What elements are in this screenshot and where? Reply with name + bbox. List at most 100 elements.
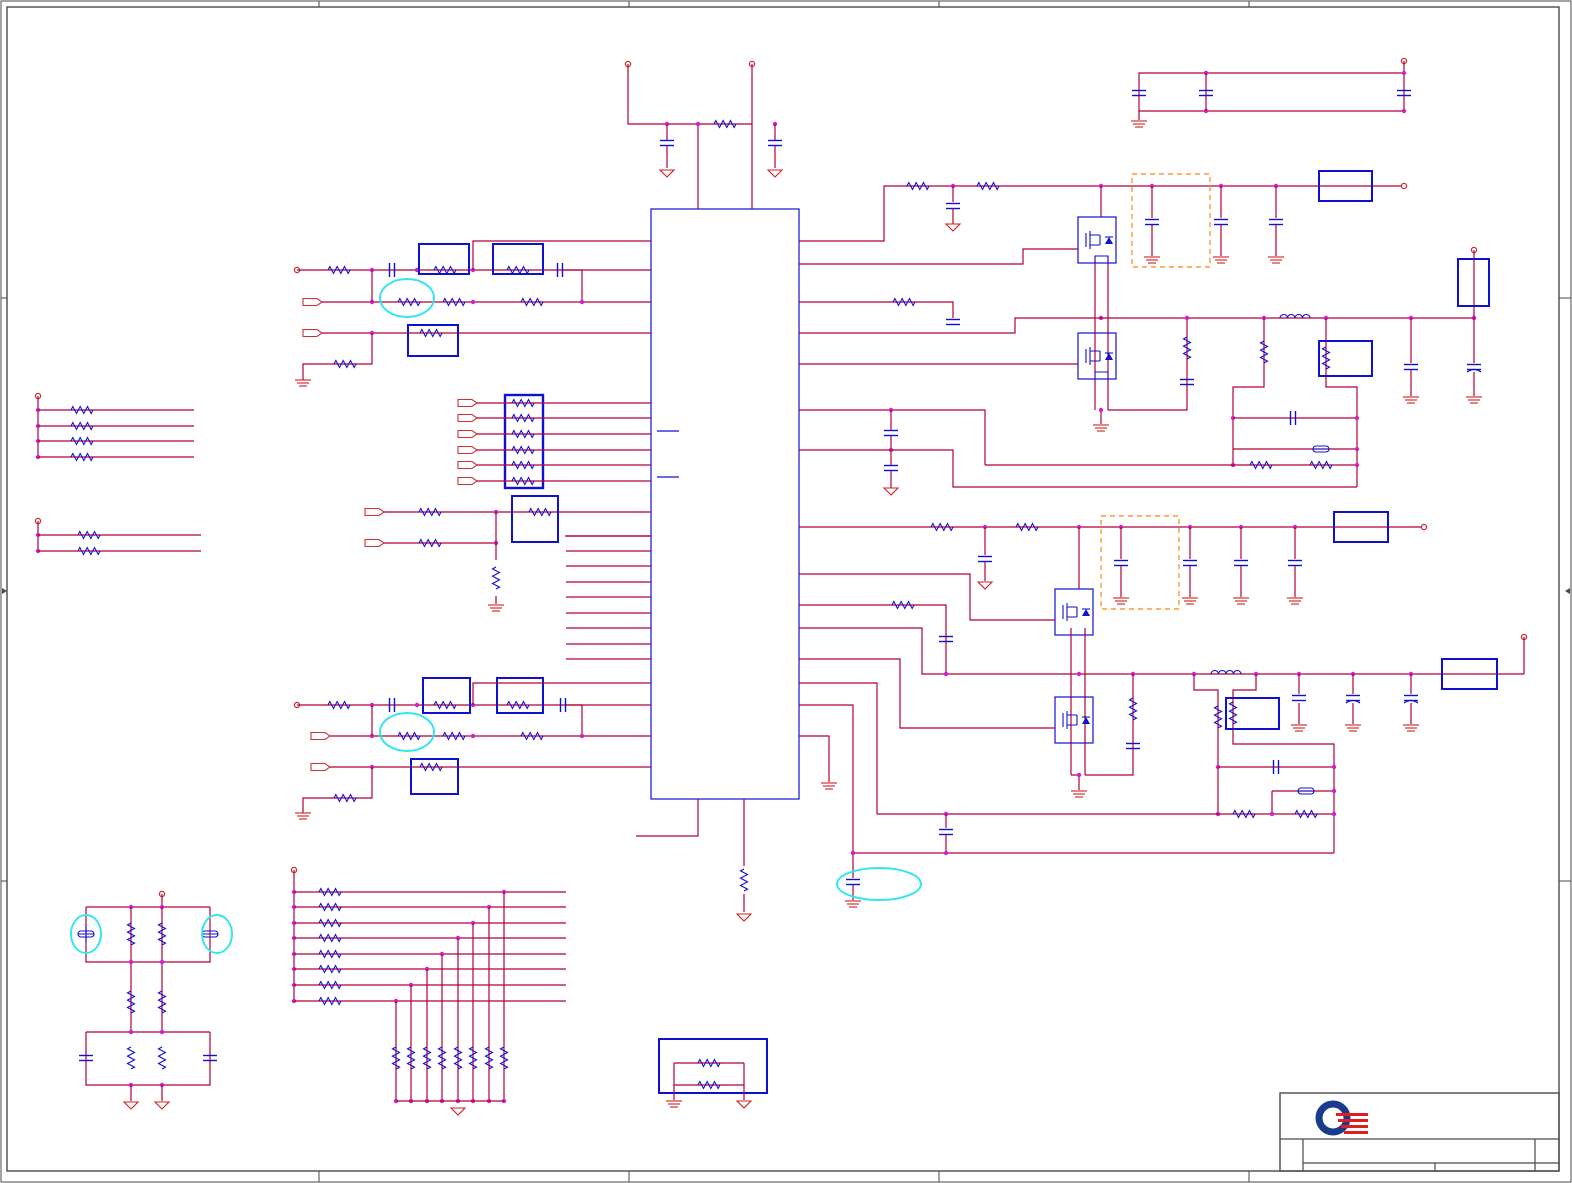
resistor <box>1232 809 1256 819</box>
wire <box>799 248 1078 265</box>
resistor <box>437 1046 447 1070</box>
company-logo <box>1315 1100 1368 1136</box>
resistor <box>906 181 930 191</box>
ground-symbol <box>735 1100 753 1109</box>
wire <box>627 64 752 125</box>
company-logo <box>1336 1113 1368 1116</box>
resistor <box>528 507 552 517</box>
ground-symbol <box>882 487 900 496</box>
mosfet <box>1085 347 1101 365</box>
schematic-canvas <box>0 0 1572 1183</box>
resistor <box>126 990 136 1014</box>
wire <box>563 269 583 302</box>
wire <box>799 409 986 465</box>
resistor <box>333 359 357 369</box>
power-terminal <box>1420 523 1428 531</box>
grid-arrow <box>1565 588 1570 594</box>
grid-arrow <box>2 588 7 594</box>
power-terminal <box>1400 182 1408 190</box>
junction-dot <box>1354 415 1360 421</box>
net-port <box>310 762 331 772</box>
resistor <box>391 1046 401 1070</box>
junction-dot <box>414 702 420 708</box>
ground-symbol <box>153 1101 171 1110</box>
resistor <box>433 700 457 710</box>
resistor <box>442 297 466 307</box>
net-port <box>302 328 323 338</box>
wire <box>1071 774 1080 790</box>
resistor <box>713 119 737 129</box>
junction-dot <box>470 299 476 305</box>
wire <box>1232 318 1265 465</box>
resistor <box>1228 701 1238 725</box>
wire <box>799 704 854 878</box>
junction-dot <box>128 959 134 965</box>
resistor <box>520 731 544 741</box>
company-logo <box>1338 1119 1368 1122</box>
ground-symbol <box>658 169 676 178</box>
net-port <box>457 460 478 470</box>
junction-dot <box>1184 315 1190 321</box>
mosfet <box>1105 237 1113 244</box>
resistor <box>157 1046 167 1070</box>
resistor <box>1294 809 1318 819</box>
wire <box>566 704 583 736</box>
junction-dot <box>159 959 165 965</box>
resistor <box>484 1046 494 1070</box>
net-port <box>457 398 478 408</box>
resistor <box>397 731 421 741</box>
resistor <box>397 297 421 307</box>
junction-dot <box>850 850 856 856</box>
resistor <box>418 538 442 548</box>
sheet-border <box>6 6 1560 1172</box>
wire <box>636 799 699 837</box>
wire <box>472 682 651 705</box>
resistor <box>318 933 342 943</box>
resistor <box>511 476 535 486</box>
company-logo <box>1341 1125 1368 1128</box>
wire <box>799 682 878 814</box>
resistor <box>1015 522 1039 532</box>
resistor <box>126 1046 136 1070</box>
junction-dot <box>1331 788 1337 794</box>
resistor <box>70 405 94 415</box>
resistor <box>70 452 94 462</box>
junction-dot <box>159 1029 165 1035</box>
resistor <box>333 793 357 803</box>
resistor <box>1182 336 1192 360</box>
wire <box>85 1032 211 1086</box>
net-port <box>457 429 478 439</box>
ground-symbol <box>944 223 962 232</box>
component-box <box>410 758 459 795</box>
resistor <box>318 902 342 912</box>
resistor <box>318 949 342 959</box>
wire <box>1325 318 1358 487</box>
resistor <box>1128 697 1138 721</box>
resistor <box>1259 340 1269 364</box>
resistor <box>697 1080 721 1090</box>
net-port <box>310 731 331 741</box>
junction-dot <box>1098 407 1104 413</box>
junction-dot <box>1331 811 1337 817</box>
net-port <box>457 413 478 423</box>
resistor <box>511 460 535 470</box>
mosfet <box>1094 255 1109 264</box>
wire <box>1138 61 1405 112</box>
component-box <box>511 495 559 543</box>
wire <box>85 907 211 963</box>
junction-dot <box>1401 70 1407 76</box>
junction-dot <box>1354 446 1360 452</box>
resistor <box>318 980 342 990</box>
wire <box>799 317 1474 334</box>
junction-dot <box>1401 108 1407 114</box>
ground-symbol <box>766 169 784 178</box>
junction-dot <box>1354 462 1360 468</box>
junction-dot <box>579 299 585 305</box>
resistor <box>406 1046 416 1070</box>
resistor-network <box>503 393 545 490</box>
wire <box>799 573 1055 621</box>
net-port <box>364 538 385 548</box>
wire <box>799 735 830 782</box>
resistor <box>318 887 342 897</box>
resistor <box>511 445 535 455</box>
